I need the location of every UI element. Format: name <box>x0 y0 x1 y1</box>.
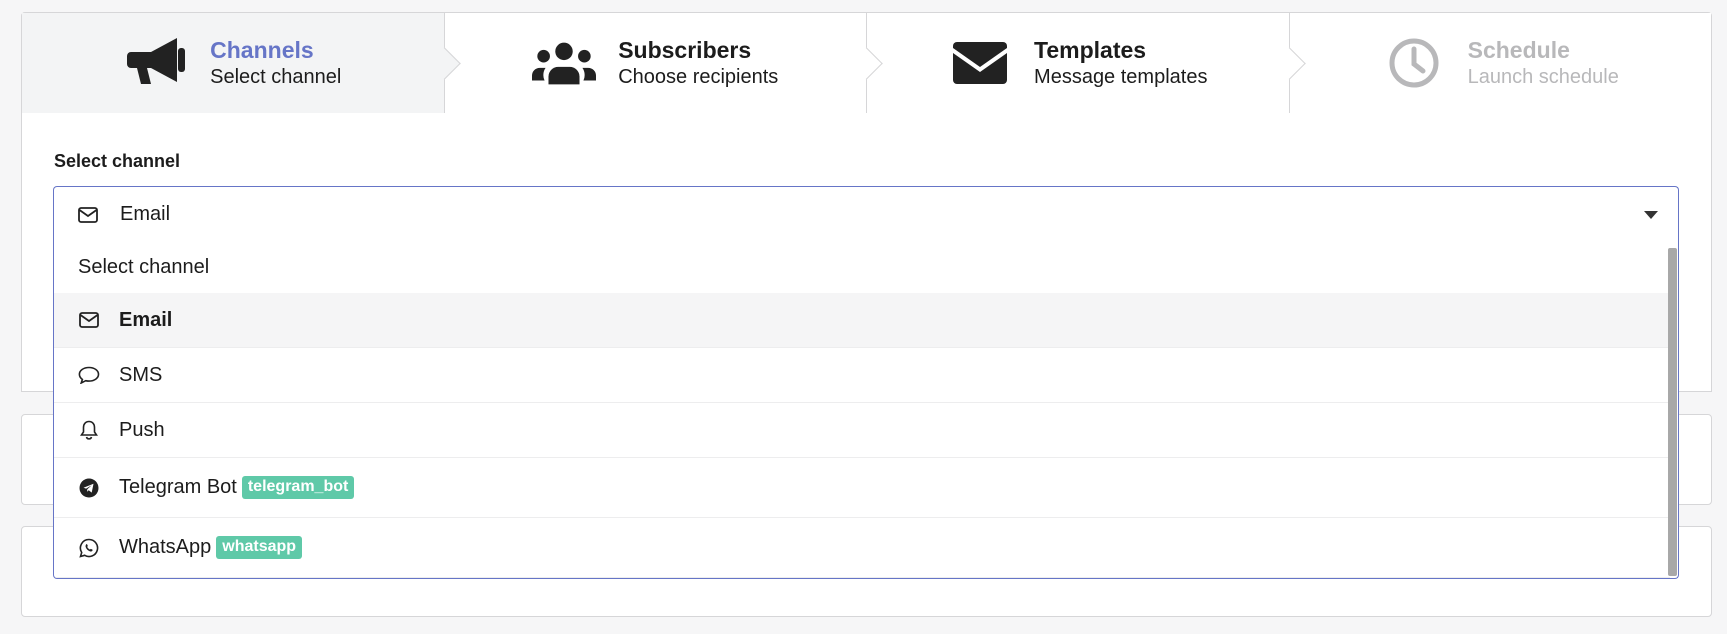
option-sms[interactable]: SMS <box>54 348 1670 403</box>
wizard-steps: Channels Select channel Subscribers Choo… <box>21 12 1712 114</box>
option-label: Select channel <box>78 256 210 278</box>
clock-icon <box>1382 35 1446 91</box>
select-value: Email <box>120 203 171 225</box>
mail-icon <box>78 206 100 223</box>
chevron-down-icon[interactable] <box>1644 211 1658 219</box>
telegram-icon <box>78 478 100 498</box>
step-subtitle: Choose recipients <box>618 65 779 88</box>
option-label: Email <box>119 308 173 331</box>
option-badge: whatsapp <box>216 536 303 559</box>
option-badge: telegram_bot <box>241 476 355 499</box>
option-label: Push <box>119 418 165 441</box>
option-push[interactable]: Push <box>54 403 1670 458</box>
option-telegram[interactable]: Telegram Bot telegram_bot <box>54 458 1670 518</box>
channel-select[interactable]: Email <box>53 186 1679 242</box>
option-label: SMS <box>119 363 163 386</box>
step-subscribers[interactable]: Subscribers Choose recipients <box>443 13 866 113</box>
step-title: Channels <box>210 37 314 64</box>
step-subtitle: Select channel <box>210 65 342 88</box>
option-email[interactable]: Email <box>54 293 1670 348</box>
bell-icon <box>78 420 100 440</box>
step-templates[interactable]: Templates Message templates <box>866 13 1289 113</box>
mail-icon <box>78 312 100 328</box>
chat-bubble-icon <box>78 366 100 384</box>
option-label: WhatsApp <box>119 536 212 558</box>
envelope-icon <box>948 35 1012 91</box>
users-icon <box>532 35 597 91</box>
megaphone-icon <box>124 35 188 91</box>
step-subtitle: Message templates <box>1034 65 1208 88</box>
channel-dropdown: Select channel Email SMS Push Telegram B… <box>53 242 1679 579</box>
step-subtitle: Launch schedule <box>1467 65 1619 88</box>
step-title: Schedule <box>1467 37 1570 64</box>
step-channels[interactable]: Channels Select channel <box>22 13 444 113</box>
step-schedule: Schedule Launch schedule <box>1288 13 1711 113</box>
step-title: Templates <box>1034 37 1147 64</box>
option-whatsapp[interactable]: WhatsApp whatsapp <box>54 518 1670 578</box>
step-title: Subscribers <box>618 37 752 64</box>
dropdown-scrollbar[interactable] <box>1668 248 1677 576</box>
dropdown-placeholder[interactable]: Select channel <box>54 242 1670 293</box>
field-label: Select channel <box>54 151 181 171</box>
whatsapp-icon <box>78 538 100 558</box>
option-label: Telegram Bot <box>119 476 237 498</box>
